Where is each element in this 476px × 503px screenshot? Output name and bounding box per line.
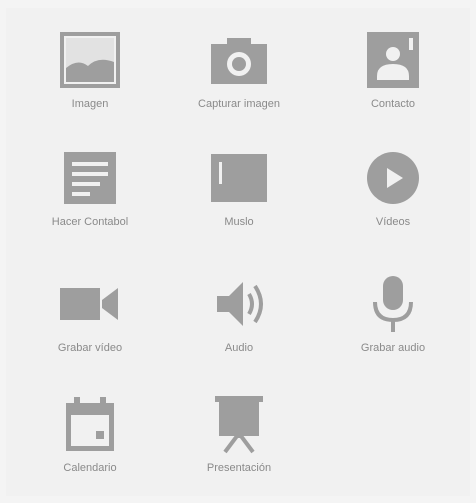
tile-label: Muslo	[224, 216, 254, 228]
tile-image[interactable]: Imagen	[20, 14, 160, 114]
attachment-grid: Imagen Capturar imagen Contacto Hacer Co…	[6, 8, 470, 496]
speaker-icon	[207, 272, 271, 336]
tile-label: Capturar imagen	[198, 98, 280, 110]
attachment-picker-panel: Imagen Capturar imagen Contacto Hacer Co…	[6, 8, 470, 496]
tile-label: Vídeos	[375, 216, 411, 228]
image-icon	[58, 28, 122, 92]
tile-note[interactable]: Muslo	[169, 132, 309, 232]
notebook-icon	[207, 146, 271, 210]
video-camera-icon	[58, 272, 122, 336]
tile-calendar[interactable]: Calendario	[20, 378, 160, 478]
tile-label: Contacto	[370, 98, 416, 110]
tile-label: Imagen	[71, 98, 109, 110]
tile-videos[interactable]: Vídeos	[323, 132, 463, 232]
tile-record-audio[interactable]: Grabar audio	[323, 258, 463, 358]
tile-record-video[interactable]: Grabar vídeo	[20, 258, 160, 358]
tile-label: Presentación	[206, 462, 272, 474]
tile-document[interactable]: Hacer Contabol	[20, 132, 160, 232]
microphone-icon	[361, 272, 425, 336]
play-circle-icon	[361, 146, 425, 210]
tile-capture-image[interactable]: Capturar imagen	[169, 14, 309, 114]
tile-label: Hacer Contabol	[51, 216, 129, 228]
document-list-icon	[58, 146, 122, 210]
camera-icon	[207, 28, 271, 92]
tile-label: Audio	[224, 342, 254, 354]
presentation-icon	[207, 392, 271, 456]
contact-icon	[361, 28, 425, 92]
tile-label: Grabar audio	[360, 342, 426, 354]
tile-label: Calendario	[63, 462, 117, 474]
tile-audio[interactable]: Audio	[169, 258, 309, 358]
calendar-icon	[58, 392, 122, 456]
tile-contact[interactable]: Contacto	[323, 14, 463, 114]
tile-presentation[interactable]: Presentación	[169, 378, 309, 478]
tile-label: Grabar vídeo	[57, 342, 123, 354]
